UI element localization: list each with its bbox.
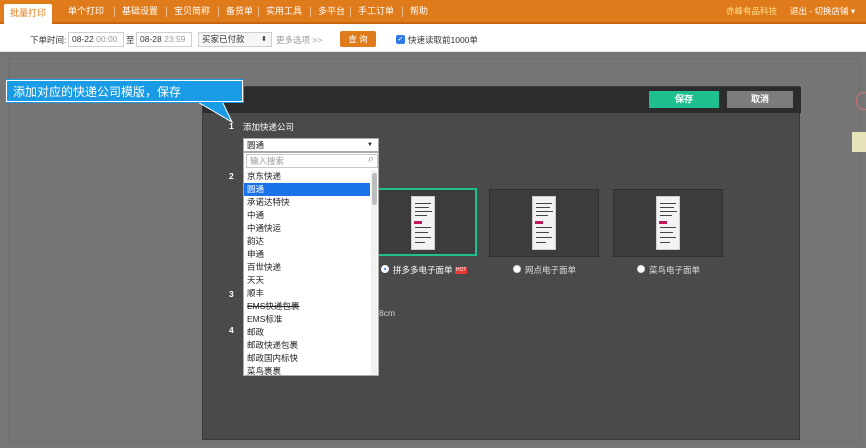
end-date-input[interactable]: 08-28 23:59	[136, 32, 192, 47]
radio-cainiao[interactable]	[637, 265, 645, 273]
end-time-value: 23:59	[164, 34, 186, 44]
background-edge-widget	[852, 92, 866, 152]
radio-pdd-label: 拼多多电子面单 HOT	[393, 264, 468, 276]
pdd-label-text: 拼多多电子面单	[393, 265, 453, 275]
waybill-preview	[411, 196, 435, 250]
tab-manual-orders[interactable]: 手工订单	[352, 0, 400, 22]
nav-divider	[258, 7, 259, 17]
carrier-option[interactable]: EMS快递包裹	[244, 300, 370, 313]
tab-multi-platform[interactable]: 多平台	[312, 0, 351, 22]
top-nav: 批量打印 单个打印 基础设置 宝贝简称 备货单 实用工具 多平台 手工订单 帮助…	[0, 0, 866, 24]
more-options-link[interactable]: 更多选项 >>	[276, 34, 322, 46]
nav-divider	[114, 7, 115, 17]
carrier-option[interactable]: 韵达	[244, 235, 370, 248]
radio-outlet[interactable]	[513, 265, 521, 273]
nav-divider	[310, 7, 311, 17]
tab-basic-settings[interactable]: 基础设置	[116, 0, 164, 22]
nav-divider	[166, 7, 167, 17]
template-card-cainiao[interactable]	[613, 189, 723, 257]
paper-size-text: 8cm	[379, 308, 396, 318]
tab-stock-list[interactable]: 备货单	[220, 0, 259, 22]
dropdown-scrollbar-thumb[interactable]	[372, 173, 377, 205]
step-4-number: 4	[229, 325, 234, 335]
start-date-input[interactable]: 08-22 00:00	[68, 32, 124, 47]
circle-widget	[856, 92, 866, 110]
carrier-select[interactable]: 圆通 ▼	[243, 138, 379, 152]
search-placeholder: 输入搜索	[250, 156, 285, 166]
order-status-select[interactable]: 买家已付款 ⬍	[198, 32, 272, 47]
carrier-option[interactable]: 菜鸟裹裹	[244, 365, 370, 375]
carrier-option[interactable]: 承诺达特快	[244, 196, 370, 209]
nav-divider	[218, 7, 219, 17]
carrier-select-value: 圆通	[247, 140, 265, 150]
to-label: 至	[126, 35, 135, 45]
carrier-option[interactable]: 顺丰	[244, 287, 370, 300]
carrier-option[interactable]: EMS标准	[244, 313, 370, 326]
start-time-value: 00:00	[96, 34, 118, 44]
template-modal: 保存 取消 1 添加快递公司 2 3 4 拼多多电子面单 HOT 网点电子面单 …	[202, 86, 801, 440]
tab-single-print[interactable]: 单个打印	[62, 0, 110, 22]
instruction-callout: 添加对应的快递公司模版，保存	[6, 80, 243, 102]
search-icon: ⌕	[367, 153, 374, 165]
carrier-option[interactable]: 邮政	[244, 326, 370, 339]
step-3-number: 3	[229, 289, 234, 299]
side-tab	[852, 132, 866, 152]
logout-switch-link[interactable]: 退出 - 切换店铺 ▾	[790, 0, 855, 22]
carrier-option[interactable]: 百世快递	[244, 261, 370, 274]
tab-batch-print[interactable]: 批量打印	[4, 4, 53, 24]
carrier-option[interactable]: 邮政国内标快	[244, 352, 370, 365]
step-2-number: 2	[229, 171, 234, 181]
waybill-preview	[656, 196, 680, 250]
carrier-option[interactable]: 邮政快递包裹	[244, 339, 370, 352]
modal-header: 保存 取消	[203, 87, 801, 113]
radio-pdd[interactable]	[381, 265, 389, 273]
order-status-value: 买家已付款	[202, 34, 245, 44]
tab-item-alias[interactable]: 宝贝简称	[168, 0, 216, 22]
hot-badge: HOT	[454, 267, 468, 275]
carrier-search-input[interactable]: 输入搜索 ⌕	[246, 153, 378, 168]
radio-cainiao-label: 菜鸟电子面单	[649, 265, 701, 275]
nav-divider	[350, 7, 351, 17]
carrier-options-list: 京东快递 圆通 承诺达特快 中通 中通快运 韵达 申通 百世快递 天天 顺丰 EMS快递包裹 EMS标…	[244, 170, 370, 375]
order-time-label: 下单时间:	[30, 35, 67, 45]
save-button[interactable]: 保存	[649, 91, 719, 108]
shop-name: 赤峰有品科技	[726, 6, 778, 16]
carrier-option[interactable]: 京东快递	[244, 170, 370, 183]
tab-help[interactable]: 帮助	[404, 0, 434, 22]
radio-outlet-label: 网点电子面单	[525, 265, 577, 275]
fast-read-checkbox[interactable]: ✓	[396, 35, 405, 44]
fast-read-label: 快速读取前1000单	[408, 35, 478, 45]
template-card-pdd[interactable]	[367, 188, 477, 256]
carrier-option[interactable]: 圆通	[244, 183, 370, 196]
step-1-label: 添加快递公司	[243, 122, 295, 132]
select-caret-icon: ⬍	[261, 36, 267, 43]
carrier-option[interactable]: 天天	[244, 274, 370, 287]
carrier-dropdown: 输入搜索 ⌕ 京东快递 圆通 承诺达特快 中通 中通快运 韵达 申通 百世快递 天天 顺丰 EMS快…	[243, 152, 379, 376]
query-button[interactable]: 查 询	[340, 31, 376, 47]
cancel-button[interactable]: 取消	[727, 91, 793, 108]
filter-bar: 下单时间: 08-22 00:00 至 08-28 23:59 买家已付款 ⬍ …	[0, 26, 866, 52]
carrier-option[interactable]: 中通快运	[244, 222, 370, 235]
carrier-option[interactable]: 中通	[244, 209, 370, 222]
carrier-option[interactable]: 申通	[244, 248, 370, 261]
template-card-outlet[interactable]	[489, 189, 599, 257]
tab-tools[interactable]: 实用工具	[260, 0, 308, 22]
step-1-number: 1	[229, 121, 234, 131]
nav-divider	[402, 7, 403, 17]
end-date-value: 08-28	[140, 34, 162, 44]
start-date-value: 08-22	[72, 34, 94, 44]
waybill-preview	[532, 196, 556, 250]
chevron-down-icon: ▼	[367, 142, 373, 148]
